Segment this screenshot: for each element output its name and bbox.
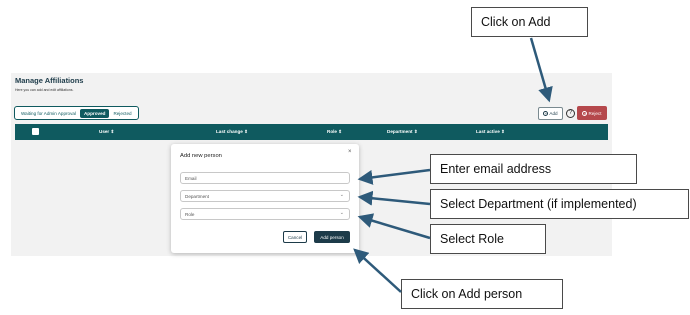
annotation-arrows — [353, 37, 553, 293]
arrow-to-department — [357, 190, 431, 206]
tutorial-figure: Manage Affiliations Here you can add and… — [0, 0, 690, 315]
arrow-to-role — [357, 213, 431, 240]
arrow-to-email — [357, 168, 431, 185]
arrow-to-add — [529, 37, 553, 103]
arrow-to-add-person — [353, 248, 402, 293]
